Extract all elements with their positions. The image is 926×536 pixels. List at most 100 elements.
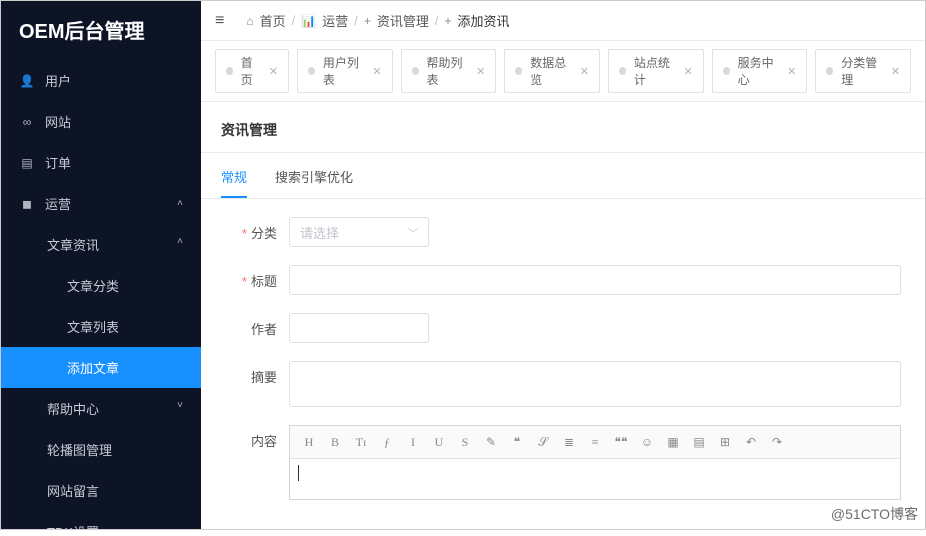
tab-dot-icon — [226, 67, 233, 75]
crumb-home[interactable]: 首页 — [260, 11, 286, 30]
label-content: 内容 — [221, 425, 277, 450]
chevron-down-icon: ˅ — [177, 400, 183, 411]
category-select[interactable]: 请选择 ﹀ — [289, 217, 429, 247]
form: 分类 请选择 ﹀ 标题 作者 摘要 内容 HBTɪƒIU — [201, 199, 925, 536]
editor-tool-button[interactable]: ▤ — [686, 430, 712, 454]
sidebar-sub-help[interactable]: 帮助中心 ˅ — [1, 388, 201, 429]
crumb-add: 添加资讯 — [458, 11, 510, 30]
editor-tool-button[interactable]: B — [322, 430, 348, 454]
home-icon: ⌂ — [246, 14, 253, 28]
plus-icon: + — [364, 14, 371, 28]
sidebar-item-label: 文章资讯 — [47, 238, 99, 253]
editor-tool-button[interactable]: ≡ — [582, 430, 608, 454]
tab-dot-icon — [515, 67, 522, 75]
sidebar-sub-tdk[interactable]: TDK设置 — [1, 511, 201, 529]
ops-icon: ◼ — [19, 197, 35, 211]
plus-icon: + — [444, 14, 451, 28]
menu-toggle-icon[interactable]: ≡ — [215, 12, 224, 30]
tab-label: 首页 — [241, 54, 261, 88]
close-icon[interactable]: ✕ — [372, 65, 381, 78]
topbar: ≡ ⌂ 首页 / 📊 运营 / + 资讯管理 / + 添加资讯 — [201, 1, 925, 41]
rich-text-editor: HBTɪƒIUS✎❝𝒮≣≡❝❝☺▦▤⊞↶↷ — [289, 425, 901, 500]
sidebar-subsub-add[interactable]: 添加文章 — [1, 347, 201, 388]
tab-dot-icon — [723, 67, 730, 75]
page-tab[interactable]: 帮助列表 ✕ — [401, 49, 497, 93]
sidebar-item-site[interactable]: ∞ 网站 — [1, 101, 201, 142]
tab-dot-icon — [619, 67, 626, 75]
sidebar-item-label: 用户 — [45, 71, 71, 90]
editor-tool-button[interactable]: ↶ — [738, 430, 764, 454]
close-icon[interactable]: ✕ — [580, 65, 589, 78]
sidebar: OEM后台管理 👤 用户 ∞ 网站 ▤ 订单 ◼ 运营 ˄ 文章资讯 ˄ 文章分… — [1, 1, 201, 529]
editor-tool-button[interactable]: ↷ — [764, 430, 790, 454]
editor-tool-button[interactable]: ☺ — [634, 430, 660, 454]
tabs-bar: 首页✕用户列表✕帮助列表✕数据总览✕站点统计✕服务中心✕分类管理✕ — [201, 41, 925, 102]
main-area: ≡ ⌂ 首页 / 📊 运营 / + 资讯管理 / + 添加资讯 首页 ✕ 用户列表 ✕… — [201, 1, 925, 529]
editor-tool-button[interactable]: ❝ — [504, 430, 530, 454]
chart-icon: 📊 — [301, 14, 316, 28]
panel-title: 资讯管理 — [201, 102, 925, 153]
tab-normal[interactable]: 常规 — [221, 167, 247, 198]
chevron-down-icon: ﹀ — [408, 225, 418, 240]
author-input[interactable] — [289, 313, 429, 343]
editor-tool-button[interactable]: I — [400, 430, 426, 454]
sidebar-item-ops[interactable]: ◼ 运营 ˄ — [1, 183, 201, 224]
label-category: 分类 — [221, 217, 277, 242]
editor-tool-button[interactable]: ✎ — [478, 430, 504, 454]
page-tab[interactable]: 分类管理✕ — [815, 49, 911, 93]
close-icon[interactable]: ✕ — [269, 65, 278, 78]
editor-tool-button[interactable]: ⊞ — [712, 430, 738, 454]
editor-tool-button[interactable]: H — [296, 430, 322, 454]
editor-tool-button[interactable]: ▦ — [660, 430, 686, 454]
close-icon[interactable]: ✕ — [787, 65, 796, 78]
link-icon: ∞ — [19, 115, 35, 129]
editor-tool-button[interactable]: ❝❝ — [608, 430, 634, 454]
editor-tool-button[interactable]: 𝒮 — [530, 430, 556, 454]
sidebar-item-user[interactable]: 👤 用户 — [1, 60, 201, 101]
label-author: 作者 — [221, 313, 277, 338]
tab-label: 用户列表 — [323, 54, 365, 88]
sidebar-item-order[interactable]: ▤ 订单 — [1, 142, 201, 183]
label-title: 标题 — [221, 265, 277, 290]
sidebar-item-label: 订单 — [45, 153, 71, 172]
summary-textarea[interactable] — [289, 361, 901, 407]
title-input[interactable] — [289, 265, 901, 295]
sidebar-sub-article[interactable]: 文章资讯 ˄ — [1, 224, 201, 265]
sidebar-sub-carousel[interactable]: 轮播图管理 — [1, 429, 201, 470]
text-cursor — [298, 465, 299, 481]
editor-tool-button[interactable]: U — [426, 430, 452, 454]
tab-label: 数据总览 — [530, 54, 572, 88]
sidebar-subsub-cat[interactable]: 文章分类 — [1, 265, 201, 306]
close-icon[interactable]: ✕ — [683, 65, 692, 78]
page-tab[interactable]: 数据总览 ✕ — [504, 49, 600, 93]
tab-label: 服务中心 — [738, 54, 780, 88]
tab-seo[interactable]: 搜索引擎优化 — [275, 167, 353, 198]
crumb-ops[interactable]: 运营 — [322, 11, 348, 30]
page-tab[interactable]: 服务中心 ✕ — [712, 49, 808, 93]
chevron-up-icon: ˄ — [177, 236, 183, 247]
editor-toolbar: HBTɪƒIUS✎❝𝒮≣≡❝❝☺▦▤⊞↶↷ — [290, 426, 900, 459]
editor-tool-button[interactable]: ≣ — [556, 430, 582, 454]
page-tab[interactable]: 站点统计✕ — [608, 49, 704, 93]
select-placeholder: 请选择 — [300, 223, 339, 242]
tab-dot-icon — [826, 67, 833, 75]
close-icon[interactable]: ✕ — [891, 65, 900, 78]
sidebar-sub-msg[interactable]: 网站留言 — [1, 470, 201, 511]
watermark: @51CTO博客 — [831, 504, 918, 524]
tab-label: 帮助列表 — [427, 54, 469, 88]
list-icon: ▤ — [19, 156, 35, 170]
tab-dot-icon — [412, 67, 419, 75]
inner-tabs: 常规 搜索引擎优化 — [201, 153, 925, 199]
editor-body[interactable] — [290, 459, 900, 499]
page-tab[interactable]: 首页 ✕ — [215, 49, 289, 93]
tab-dot-icon — [308, 67, 315, 75]
editor-tool-button[interactable]: Tɪ — [348, 430, 374, 454]
close-icon[interactable]: ✕ — [476, 65, 485, 78]
page-tab[interactable]: 用户列表 ✕ — [297, 49, 393, 93]
sidebar-item-label: 帮助中心 — [47, 402, 99, 417]
crumb-info[interactable]: 资讯管理 — [377, 11, 429, 30]
editor-tool-button[interactable]: S — [452, 430, 478, 454]
brand-logo: OEM后台管理 — [1, 1, 201, 60]
sidebar-subsub-list[interactable]: 文章列表 — [1, 306, 201, 347]
editor-tool-button[interactable]: ƒ — [374, 430, 400, 454]
